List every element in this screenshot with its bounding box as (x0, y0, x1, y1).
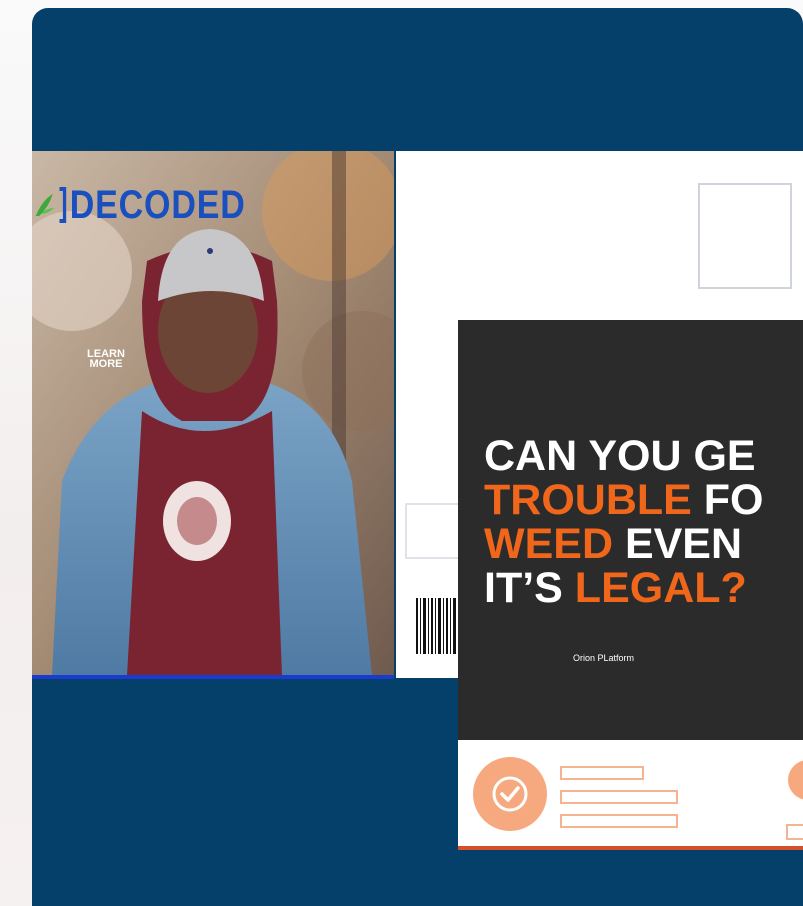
headline-highlight: WEED (484, 520, 613, 568)
learn-more-link[interactable]: LEARN MORE (82, 349, 130, 370)
hero-photo (32, 151, 394, 676)
headline-text: EVEN (613, 520, 743, 568)
barcode-icon (416, 598, 460, 654)
logo-text: DECODED (69, 182, 246, 227)
headline-line-2: TROUBLE FO (484, 478, 803, 522)
platform-caption: Orion PLatform (573, 653, 635, 663)
headline-line-3: WEED EVEN (484, 522, 803, 566)
photo-divider (32, 675, 394, 679)
headline-text: IT’S (484, 564, 575, 612)
headline-highlight: TROUBLE (484, 476, 692, 524)
list-line-placeholder (786, 824, 803, 840)
check-circle-icon (473, 757, 547, 831)
decoded-logo: DECODED (34, 182, 246, 227)
headline-highlight: LEGAL? (574, 564, 747, 612)
headline-text: FO (691, 476, 764, 524)
cannabis-leaf-icon (34, 187, 67, 223)
headline-panel: CAN YOU GE TROUBLE FO WEED EVEN IT’S LEG… (458, 320, 803, 740)
headline-line-1: CAN YOU GE (484, 432, 756, 480)
circle-icon (788, 760, 803, 800)
headline-line-4: IT’S LEGAL? (484, 566, 803, 610)
list-line-placeholder (560, 766, 644, 780)
list-line-placeholder (560, 790, 678, 804)
placeholder-box (405, 503, 465, 559)
person-illustration (32, 151, 394, 676)
checklist-panel (458, 740, 803, 850)
list-line-placeholder (560, 814, 678, 828)
headline: CAN YOU GE TROUBLE FO WEED EVEN IT’S LEG… (484, 434, 803, 610)
promo-card: DECODED LEARN MORE CAN YOU GE TROUBLE FO… (32, 8, 803, 906)
placeholder-box (698, 183, 792, 289)
